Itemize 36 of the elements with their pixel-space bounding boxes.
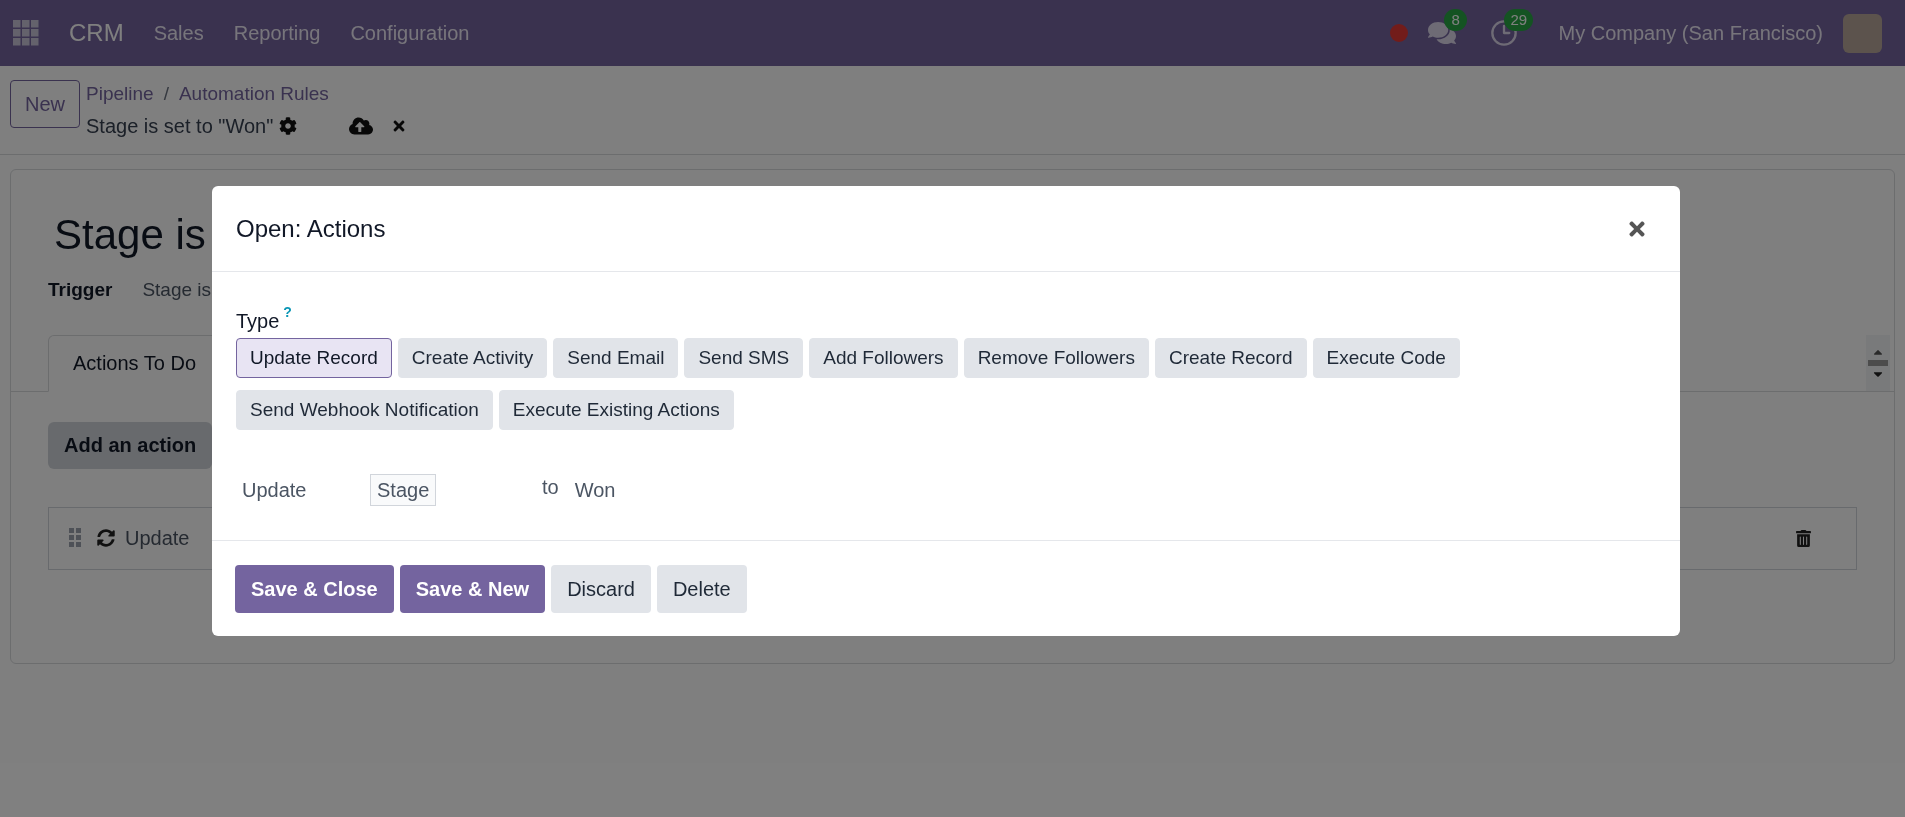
footer-button[interactable]: Delete [656, 564, 747, 613]
type-option[interactable]: Update Record [236, 338, 392, 378]
scroll-arrows[interactable] [1866, 334, 1890, 391]
add-action-button[interactable]: Add an action [48, 421, 213, 469]
breadcrumb-separator: / [163, 82, 169, 106]
field-value[interactable]: Won [574, 475, 616, 505]
field-label: Trigger [48, 278, 113, 302]
footer-button[interactable]: Save & Close [235, 564, 394, 613]
field-label: to [542, 475, 559, 500]
action-label: Update [125, 526, 190, 551]
help-mark[interactable]: ? [283, 302, 292, 323]
type-option[interactable]: Create Record [1154, 338, 1307, 378]
field-label: Update [242, 478, 308, 503]
record-title: Stage is set to "Won" [86, 113, 274, 139]
type-option[interactable]: Create Activity [397, 338, 548, 378]
settings-icon[interactable] [279, 116, 298, 135]
message-count-badge: 8 [1444, 9, 1467, 31]
form-title: Stage is [54, 210, 206, 260]
type-option[interactable]: Send SMS [684, 338, 804, 378]
field-value: Stage is [142, 278, 212, 302]
trash-icon[interactable] [1795, 529, 1812, 547]
drag-handle-icon[interactable] [69, 528, 81, 548]
type-option[interactable]: Send Webhook Notification [236, 390, 493, 430]
type-option[interactable]: Execute Code [1312, 338, 1460, 378]
type-option[interactable]: Remove Followers [963, 338, 1149, 378]
footer-button[interactable]: Save & New [399, 564, 546, 613]
type-option[interactable]: Send Email [553, 338, 679, 378]
refresh-icon [97, 529, 115, 547]
type-option[interactable]: Add Followers [809, 338, 958, 378]
type-option[interactable]: Execute Existing Actions [498, 390, 734, 430]
field-select[interactable]: Stage [370, 474, 436, 506]
dialog-title: Open: Actions [236, 213, 386, 244]
app-grid-icon[interactable] [13, 20, 39, 46]
footer-button[interactable]: Discard [551, 564, 651, 613]
field-label: Type [236, 309, 280, 334]
activity-count-badge: 29 [1504, 9, 1534, 31]
